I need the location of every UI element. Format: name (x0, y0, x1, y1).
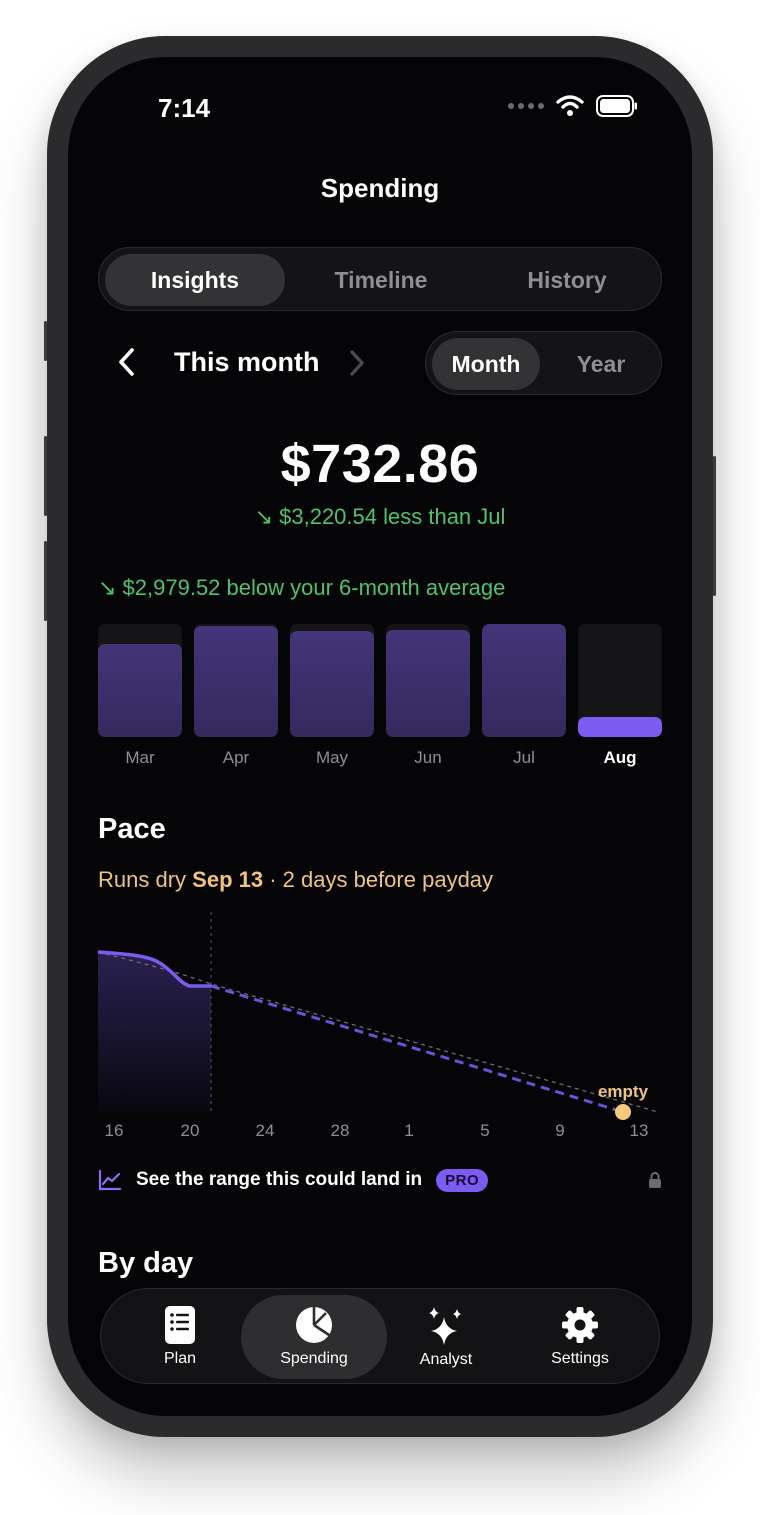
volume-down-button (44, 541, 47, 621)
month-bar-mar[interactable] (98, 624, 182, 737)
empty-label: empty (598, 1082, 649, 1101)
pro-badge: PRO (436, 1168, 489, 1192)
tabbar-plan[interactable]: Plan (107, 1295, 253, 1379)
pace-tick: 9 (555, 1121, 565, 1140)
pace-chart: empty (98, 912, 659, 1120)
pie-chart-icon (296, 1307, 332, 1343)
chevron-left-icon[interactable] (116, 347, 138, 377)
plan-icon (165, 1306, 195, 1344)
month-bar-label: Aug (603, 748, 637, 767)
silent-switch (44, 321, 47, 361)
month-bar-fill (98, 644, 182, 737)
tabbar-label: Plan (163, 1350, 197, 1367)
monthly-bar-chart: Mar Apr May Jun Jul Aug (98, 624, 662, 769)
range-upsell-row[interactable]: See the range this could land in PRO (98, 1165, 662, 1195)
average-delta: ↘ $2,979.52 below your 6-month average (98, 575, 506, 600)
pace-tick: 28 (330, 1121, 350, 1140)
toggle-month[interactable]: Month (432, 338, 540, 390)
signal-icon (508, 103, 544, 109)
month-bar-jul[interactable] (482, 624, 566, 737)
pace-suffix: · 2 days before payday (269, 867, 494, 892)
total-amount: $732.86 (280, 434, 480, 494)
range-text: See the range this could land in (136, 1169, 423, 1190)
month-bar-jun[interactable] (386, 624, 470, 737)
chevron-right-icon[interactable] (348, 349, 366, 377)
tabbar-analyst[interactable]: Analyst (373, 1295, 519, 1379)
pace-prefix: Runs dry (98, 867, 187, 892)
tabbar-label: Spending (280, 1350, 348, 1367)
wifi-icon (556, 95, 584, 116)
power-button (713, 456, 716, 596)
tabbar-label: Settings (551, 1350, 609, 1367)
tab-timeline[interactable]: Timeline (291, 254, 471, 306)
month-bar-aug[interactable] (578, 624, 662, 737)
tabbar-settings[interactable]: Settings (507, 1295, 653, 1379)
tabbar-spending[interactable]: Spending (241, 1295, 387, 1379)
pace-heading: Pace (98, 813, 166, 845)
pace-subtitle: Runs dry Sep 13 · 2 days before payday (98, 867, 493, 893)
month-bar-fill (578, 717, 662, 737)
month-bar-label: Jul (513, 748, 535, 767)
tab-insights[interactable]: Insights (105, 254, 285, 306)
status-time: 7:14 (158, 93, 211, 123)
month-delta: ↘ $3,220.54 less than Jul (254, 504, 506, 529)
month-bar-fill (194, 626, 278, 737)
gear-icon (562, 1307, 598, 1343)
trend-chart-icon (98, 1169, 122, 1191)
pace-area (98, 952, 211, 1112)
app-screen: 7:14 Spending Insights Timeline History … (68, 57, 692, 1416)
view-tabs: Insights Timeline History (98, 247, 662, 311)
month-bar-label: Jun (414, 748, 442, 767)
tabbar-label: Analyst (419, 1351, 473, 1368)
by-day-heading: By day (98, 1247, 194, 1279)
month-bar-fill (482, 624, 566, 737)
status-icons (508, 95, 638, 117)
lock-icon (649, 1172, 661, 1188)
month-bar-fill (386, 630, 470, 737)
tab-history[interactable]: History (477, 254, 657, 306)
month-bar-label: Apr (222, 748, 250, 767)
toggle-year[interactable]: Year (546, 338, 656, 390)
pace-tick: 20 (180, 1121, 200, 1140)
month-bar-may[interactable] (290, 624, 374, 737)
period-label: This month (174, 347, 320, 377)
granularity-toggle: Month Year (425, 331, 662, 395)
pace-tick: 1 (404, 1121, 414, 1140)
pace-tick: 5 (480, 1121, 490, 1140)
pace-date: Sep 13 (192, 867, 264, 892)
sparkles-icon (429, 1307, 461, 1345)
month-bar-apr[interactable] (194, 624, 278, 737)
bottom-tab-bar: Plan Spending Analyst Settings (100, 1288, 660, 1384)
projection-line (210, 984, 624, 1114)
month-bar-fill (290, 631, 374, 737)
pace-tick: 16 (104, 1121, 124, 1140)
page-title: Spending (320, 173, 440, 203)
pace-tick: 24 (255, 1121, 275, 1140)
empty-marker (615, 1104, 631, 1120)
month-bar-label: May (315, 748, 349, 767)
month-bar-label: Mar (125, 748, 155, 767)
volume-up-button (44, 436, 47, 516)
pace-tick: 13 (629, 1121, 649, 1140)
battery-icon (596, 95, 637, 117)
